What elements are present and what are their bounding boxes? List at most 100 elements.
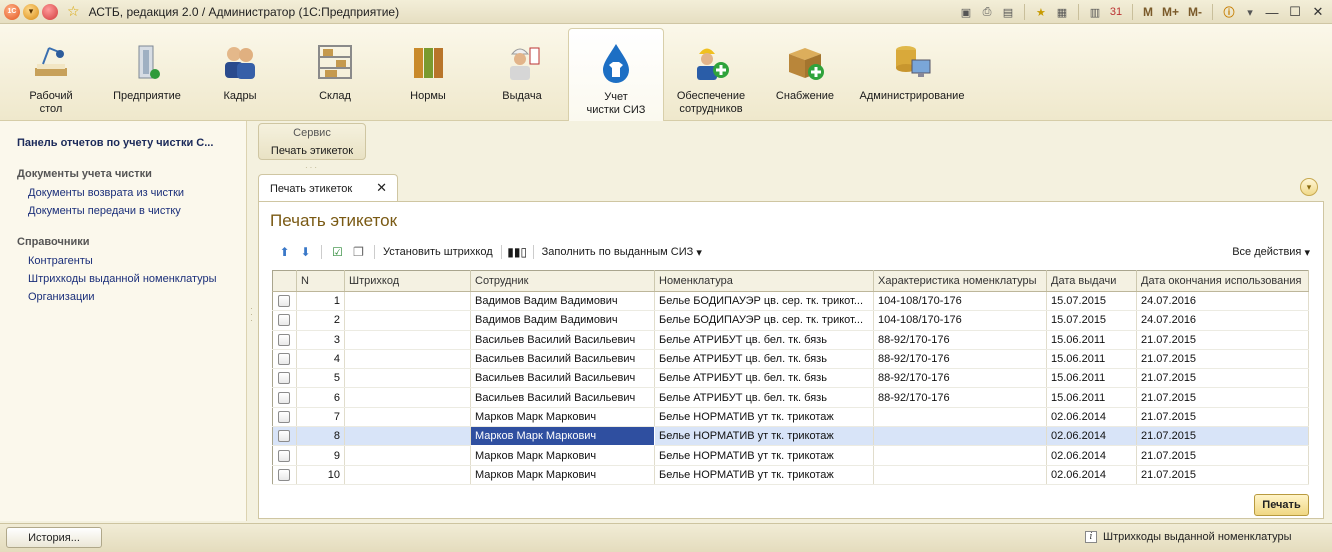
row-checkbox[interactable]: [278, 391, 290, 404]
cell-barcode[interactable]: [344, 310, 471, 331]
calendar-icon[interactable]: 31: [1107, 3, 1125, 21]
cell-end-date[interactable]: 21.07.2015: [1136, 426, 1309, 447]
cell-item[interactable]: Белье АТРИБУТ цв. бел. тк. бязь: [654, 368, 874, 389]
info-icon[interactable]: ⓘ: [1220, 3, 1238, 21]
set-barcode-button[interactable]: Установить штрихкод: [380, 242, 496, 262]
cell-characteristic[interactable]: 88-92/170-176: [873, 368, 1047, 389]
cell-employee[interactable]: Вадимов Вадим Вадимович: [470, 310, 655, 331]
cell-employee[interactable]: Вадимов Вадим Вадимович: [470, 291, 655, 312]
cell-employee[interactable]: Васильев Василий Васильевич: [470, 368, 655, 389]
memory-m-button[interactable]: M: [1140, 5, 1156, 19]
row-checkbox[interactable]: [278, 430, 290, 443]
fill-by-issued-button[interactable]: Заполнить по выданным СИЗ ▾: [539, 242, 705, 262]
cell-end-date[interactable]: 21.07.2015: [1136, 330, 1309, 350]
maximize-button[interactable]: ☐: [1285, 3, 1305, 21]
cell-employee[interactable]: Васильев Василий Васильевич: [470, 387, 655, 408]
cell-n[interactable]: 1: [296, 291, 345, 312]
section-administration[interactable]: Администрирование: [852, 24, 972, 121]
cell-item[interactable]: Белье АТРИБУТ цв. бел. тк. бязь: [654, 349, 874, 370]
splitter-grip[interactable]: · · ·: [250, 304, 253, 325]
cell-n[interactable]: 9: [296, 445, 345, 466]
row-checkbox[interactable]: [278, 449, 290, 462]
row-checkbox-cell[interactable]: [272, 310, 297, 331]
row-checkbox-cell[interactable]: [272, 407, 297, 428]
cell-issue-date[interactable]: 15.06.2011: [1046, 368, 1137, 389]
section-issue[interactable]: Выдача: [478, 24, 566, 121]
section-norms[interactable]: Нормы: [388, 24, 468, 121]
close-button[interactable]: ✕: [1308, 3, 1328, 21]
cell-item[interactable]: Белье НОРМАТИВ ут тк. трикотаж: [654, 426, 874, 447]
cell-end-date[interactable]: 21.07.2015: [1136, 349, 1309, 370]
print-button[interactable]: Печать: [1254, 494, 1309, 516]
cell-issue-date[interactable]: 02.06.2014: [1046, 445, 1137, 466]
section-procurement[interactable]: Снабжение: [762, 24, 848, 121]
favorites-add-icon[interactable]: ★: [1032, 3, 1050, 21]
cell-employee[interactable]: Васильев Василий Васильевич: [470, 349, 655, 370]
cell-item[interactable]: Белье НОРМАТИВ ут тк. трикотаж: [654, 465, 874, 486]
all-actions-button[interactable]: Все действия ▾: [1229, 242, 1313, 262]
cell-n[interactable]: 5: [296, 368, 345, 389]
dropdown-arrow-icon[interactable]: ▾: [1241, 3, 1259, 21]
cell-n[interactable]: 3: [296, 330, 345, 350]
row-checkbox-cell[interactable]: [272, 465, 297, 486]
preview-icon[interactable]: ▤: [999, 3, 1017, 21]
cell-end-date[interactable]: 21.07.2015: [1136, 387, 1309, 408]
row-checkbox-cell[interactable]: [272, 387, 297, 408]
cell-characteristic[interactable]: 104-108/170-176: [873, 310, 1047, 331]
row-checkbox[interactable]: [278, 295, 290, 308]
cell-barcode[interactable]: [344, 465, 471, 486]
app-logo-icon[interactable]: 1C: [4, 3, 20, 20]
row-checkbox[interactable]: [278, 314, 290, 327]
cell-n[interactable]: 4: [296, 349, 345, 370]
cell-barcode[interactable]: [344, 387, 471, 408]
cell-barcode[interactable]: [344, 291, 471, 312]
cell-item[interactable]: Белье АТРИБУТ цв. бел. тк. бязь: [654, 330, 874, 350]
move-down-button[interactable]: ⬇: [295, 242, 316, 262]
col-barcode[interactable]: Штрихкод: [344, 270, 471, 292]
tab-print-labels[interactable]: Печать этикеток ✕: [258, 174, 398, 202]
cell-n[interactable]: 8: [296, 426, 345, 447]
table-row[interactable]: 3 Васильев Василий Васильевич Белье АТРИБУ…: [272, 330, 1309, 350]
cell-barcode[interactable]: [344, 445, 471, 466]
history-button[interactable]: История...: [6, 527, 102, 548]
cell-barcode[interactable]: [344, 426, 471, 447]
cell-issue-date[interactable]: 15.07.2015: [1046, 291, 1137, 312]
row-checkbox-cell[interactable]: [272, 368, 297, 389]
main-menu-icon[interactable]: ▾: [23, 3, 39, 20]
row-checkbox-cell[interactable]: [272, 291, 297, 312]
cell-barcode[interactable]: [344, 368, 471, 389]
minimize-button[interactable]: —: [1262, 3, 1282, 21]
cell-issue-date[interactable]: 02.06.2014: [1046, 426, 1137, 447]
section-desktop[interactable]: Рабочий стол: [8, 24, 94, 121]
section-personnel[interactable]: Кадры: [200, 24, 280, 121]
col-employee[interactable]: Сотрудник: [470, 270, 655, 292]
row-checkbox[interactable]: [278, 372, 290, 385]
cell-issue-date[interactable]: 15.06.2011: [1046, 330, 1137, 350]
col-end-date[interactable]: Дата окончания использования: [1136, 270, 1309, 292]
memory-mminus-button[interactable]: M-: [1185, 5, 1205, 19]
cell-item[interactable]: Белье АТРИБУТ цв. бел. тк. бязь: [654, 387, 874, 408]
cell-characteristic[interactable]: 104-108/170-176: [873, 291, 1047, 312]
table-row[interactable]: 2 Вадимов Вадим Вадимович Белье БОДИПАУЭР …: [272, 310, 1309, 331]
cell-n[interactable]: 2: [296, 310, 345, 331]
save-icon[interactable]: ▣: [957, 3, 975, 21]
row-checkbox[interactable]: [278, 353, 290, 366]
tab-close-icon[interactable]: ✕: [376, 180, 387, 196]
cell-characteristic[interactable]: 88-92/170-176: [873, 349, 1047, 370]
cell-end-date[interactable]: 21.07.2015: [1136, 445, 1309, 466]
cell-barcode[interactable]: [344, 330, 471, 350]
nav-item-return-docs[interactable]: Документы возврата из чистки: [28, 187, 184, 199]
cell-issue-date[interactable]: 02.06.2014: [1046, 407, 1137, 428]
info-message[interactable]: i Штрихкоды выданной номенклатуры: [1085, 531, 1292, 543]
col-check[interactable]: [272, 270, 297, 292]
move-up-button[interactable]: ⬆: [274, 242, 295, 262]
cell-employee[interactable]: Марков Марк Маркович: [470, 426, 655, 447]
cell-end-date[interactable]: 24.07.2016: [1136, 310, 1309, 331]
barcode-button[interactable]: ▮▮▯: [507, 242, 528, 262]
col-issue-date[interactable]: Дата выдачи: [1046, 270, 1137, 292]
service-print-labels[interactable]: Печать этикеток: [259, 145, 365, 157]
nav-item-organizations[interactable]: Организации: [28, 291, 95, 303]
cell-n[interactable]: 6: [296, 387, 345, 408]
table-row[interactable]: 8 Марков Марк Маркович Белье НОРМАТИВ ут т…: [272, 426, 1309, 447]
section-warehouse[interactable]: Склад: [292, 24, 378, 121]
